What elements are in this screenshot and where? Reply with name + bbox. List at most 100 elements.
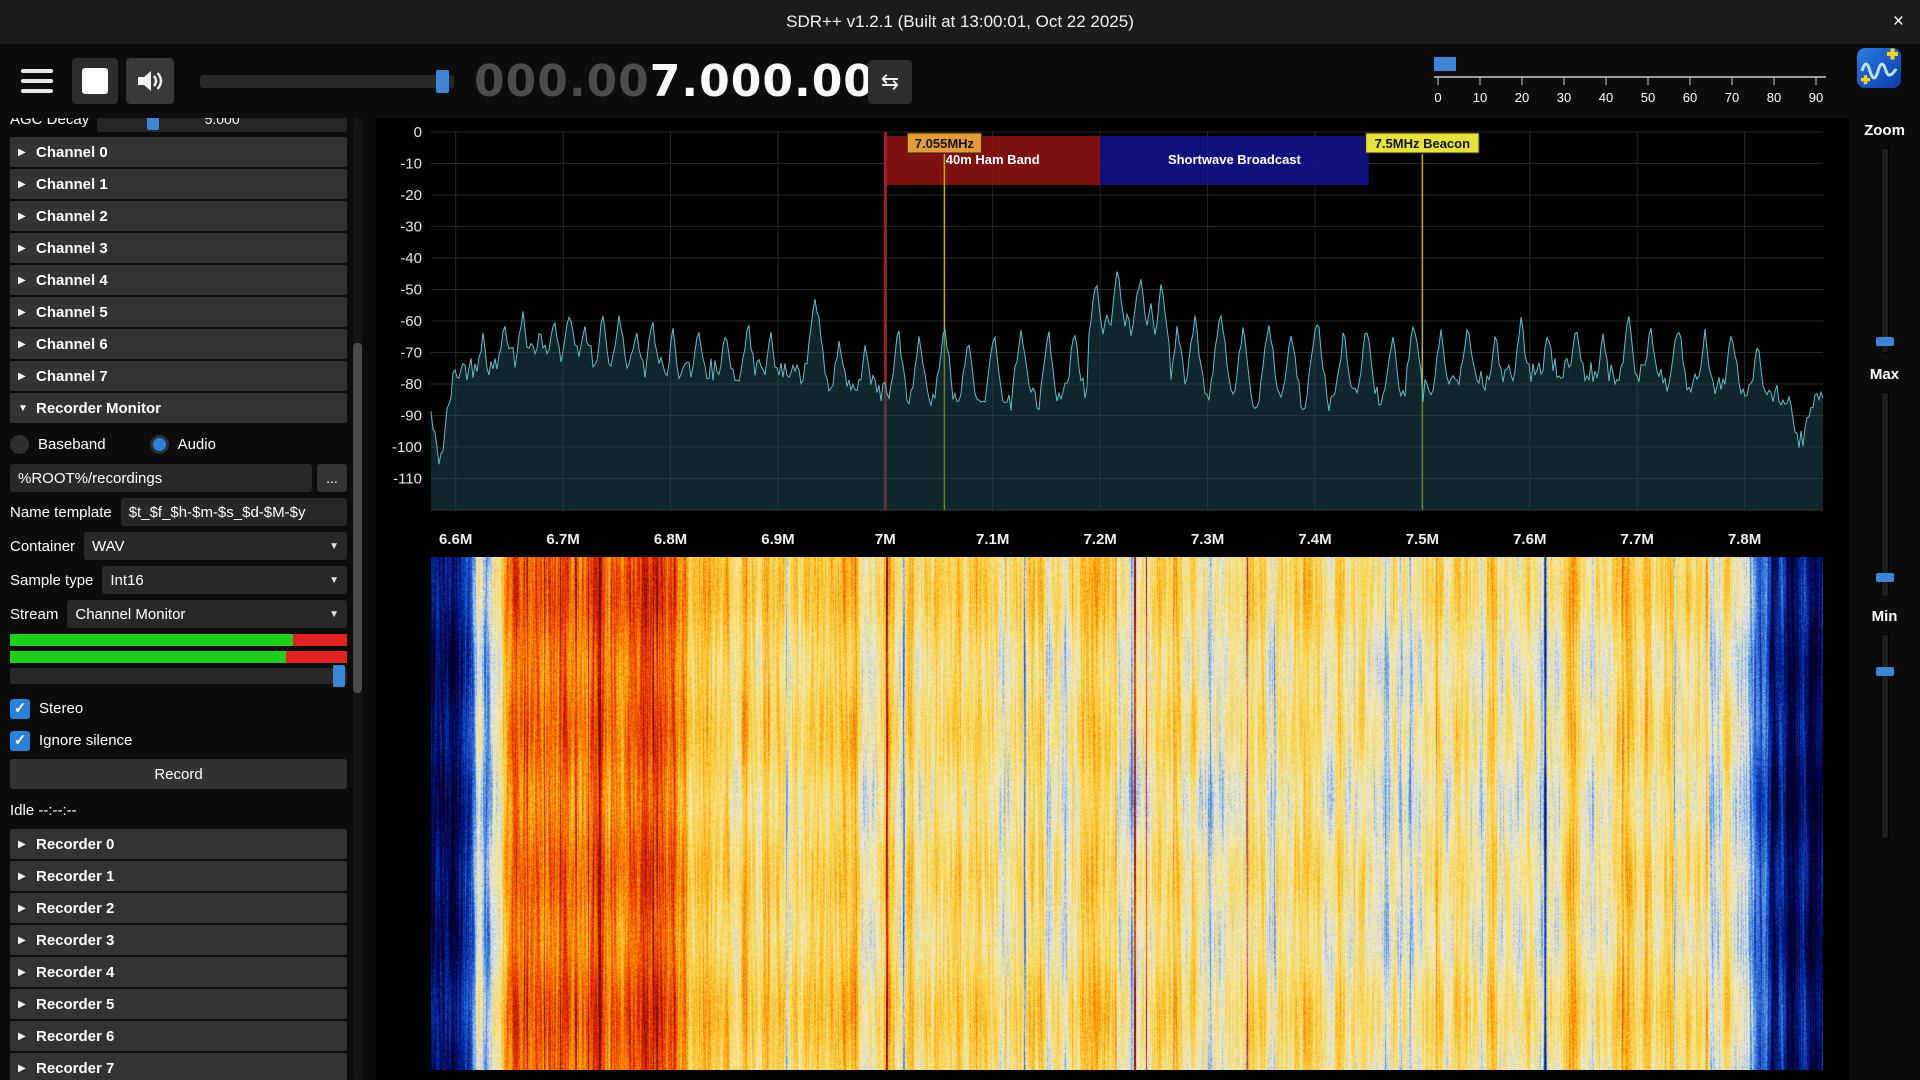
recording-path-row: %ROOT%/recordings ...: [10, 464, 347, 492]
recorder-list: ▶Recorder 0▶Recorder 1▶Recorder 2▶Record…: [10, 829, 347, 1080]
channel-row[interactable]: ▶Channel 0: [10, 137, 347, 167]
svg-text:7.5MHz Beacon: 7.5MHz Beacon: [1375, 136, 1470, 151]
recorder-row[interactable]: ▶Recorder 1: [10, 861, 347, 891]
agc-decay-slider-handle[interactable]: [147, 118, 159, 130]
expand-arrow-icon: ▶: [18, 179, 36, 190]
expand-arrow-icon: ▶: [18, 211, 36, 222]
channel-row[interactable]: ▶Channel 3: [10, 233, 347, 263]
sidebar-scrollbar[interactable]: [353, 118, 362, 1080]
volume-slider-handle[interactable]: [436, 70, 449, 93]
max-slider-handle[interactable]: [1876, 573, 1894, 582]
spectrum-area: 0-10-20-30-40-50-60-70-80-90-100-1106.6M…: [376, 118, 1849, 1080]
agc-decay-slider[interactable]: 5.000: [97, 118, 347, 132]
svg-text:-80: -80: [400, 376, 422, 393]
svg-text:-90: -90: [400, 408, 422, 425]
svg-text:7.8M: 7.8M: [1728, 531, 1761, 548]
svg-text:-110: -110: [393, 471, 422, 488]
module-label: Recorder 7: [36, 1060, 114, 1077]
min-slider[interactable]: [1881, 634, 1889, 839]
ignore-silence-checkbox[interactable]: [10, 731, 30, 751]
svg-text:-100: -100: [392, 439, 422, 456]
recorder-monitor-header[interactable]: ▼ Recorder Monitor: [10, 393, 347, 423]
sample-type-select[interactable]: Int16: [102, 566, 347, 594]
max-slider[interactable]: [1881, 392, 1889, 597]
recorder-row[interactable]: ▶Recorder 5: [10, 989, 347, 1019]
svg-text:-20: -20: [400, 187, 422, 204]
recorder-row[interactable]: ▶Recorder 6: [10, 1021, 347, 1051]
channel-row[interactable]: ▶Channel 4: [10, 265, 347, 295]
sdrpp-logo: [1856, 45, 1902, 91]
recorder-row[interactable]: ▶Recorder 0: [10, 829, 347, 859]
container-select[interactable]: WAV: [84, 532, 347, 560]
svg-text:20: 20: [1515, 90, 1529, 105]
audio-radio[interactable]: [150, 435, 169, 454]
baseband-radio[interactable]: [10, 435, 29, 454]
name-template-input[interactable]: $t_$f_$h-$m-$s_$d-$M-$y: [121, 498, 347, 526]
audio-radio-group[interactable]: Audio: [150, 435, 216, 454]
stereo-checkbox-row[interactable]: Stereo: [10, 695, 347, 722]
menu-button[interactable]: [14, 58, 60, 104]
container-label: Container: [10, 538, 75, 555]
svg-text:7.7M: 7.7M: [1621, 531, 1654, 548]
stereo-checkbox[interactable]: [10, 699, 30, 719]
chevron-down-icon: [329, 575, 339, 586]
window-title: SDR++ v1.2.1 (Built at 13:00:01, Oct 22 …: [786, 12, 1134, 32]
svg-text:-10: -10: [400, 156, 422, 173]
channel-row[interactable]: ▶Channel 5: [10, 297, 347, 327]
ignore-silence-checkbox-row[interactable]: Ignore silence: [10, 727, 347, 754]
fft-plot[interactable]: 0-10-20-30-40-50-60-70-80-90-100-1106.6M…: [376, 118, 1849, 557]
svg-text:-50: -50: [400, 282, 422, 299]
svg-text:7M: 7M: [875, 531, 896, 548]
collapse-arrow-icon: ▼: [18, 403, 36, 414]
module-label: Recorder 6: [36, 1028, 114, 1045]
channel-row[interactable]: ▶Channel 6: [10, 329, 347, 359]
recorder-row[interactable]: ▶Recorder 7: [10, 1053, 347, 1080]
stop-button[interactable]: [72, 58, 118, 104]
display-controls: Zoom Max Min: [1849, 118, 1920, 1080]
swap-arrows-icon: ⇆: [881, 69, 899, 95]
svg-text:6.6M: 6.6M: [439, 531, 472, 548]
frequency-leading-zeros: 000.00: [474, 56, 650, 107]
svg-text:6.9M: 6.9M: [761, 531, 794, 548]
min-slider-handle[interactable]: [1876, 667, 1894, 676]
svg-text:50: 50: [1641, 90, 1655, 105]
sidebar-scrollbar-thumb[interactable]: [353, 343, 362, 693]
recorder-row[interactable]: ▶Recorder 3: [10, 925, 347, 955]
channel-row[interactable]: ▶Channel 1: [10, 169, 347, 199]
zoom-slider[interactable]: [1881, 148, 1889, 353]
mute-button[interactable]: [126, 58, 174, 104]
module-label: Channel 7: [36, 368, 108, 385]
module-sidebar: AGC Decay 5.000 ▶Channel 0▶Channel 1▶Cha…: [0, 118, 376, 1080]
browse-button[interactable]: ...: [317, 464, 347, 492]
agc-decay-row: AGC Decay 5.000: [10, 118, 347, 134]
record-button[interactable]: Record: [10, 759, 347, 789]
svg-text:-70: -70: [400, 345, 422, 362]
volume-slider[interactable]: [200, 75, 454, 88]
recording-path-input[interactable]: %ROOT%/recordings: [10, 464, 312, 492]
expand-arrow-icon: ▶: [18, 339, 36, 350]
channel-row[interactable]: ▶Channel 7: [10, 361, 347, 391]
source-swap-button[interactable]: ⇆: [868, 60, 912, 104]
svg-text:7.3M: 7.3M: [1191, 531, 1224, 548]
module-label: Recorder 3: [36, 932, 114, 949]
module-label: Channel 0: [36, 144, 108, 161]
monitor-volume-slider[interactable]: [10, 668, 347, 684]
stream-select[interactable]: Channel Monitor: [67, 600, 347, 628]
svg-text:60: 60: [1683, 90, 1697, 105]
recorder-row[interactable]: ▶Recorder 2: [10, 893, 347, 923]
module-label: Channel 6: [36, 336, 108, 353]
sdrpp-window: SDR++ v1.2.1 (Built at 13:00:01, Oct 22 …: [0, 0, 1920, 1080]
svg-text:7.5M: 7.5M: [1406, 531, 1439, 548]
zoom-slider-handle[interactable]: [1876, 337, 1894, 346]
module-label: Channel 3: [36, 240, 108, 257]
monitor-volume-handle[interactable]: [333, 665, 345, 687]
channel-row[interactable]: ▶Channel 2: [10, 201, 347, 231]
recorder-row[interactable]: ▶Recorder 4: [10, 957, 347, 987]
frequency-display[interactable]: 000.007.000.000: [474, 44, 907, 118]
waterfall[interactable]: [431, 557, 1823, 1070]
close-icon[interactable]: ×: [1893, 11, 1904, 33]
svg-text:7.4M: 7.4M: [1298, 531, 1331, 548]
zoom-label: Zoom: [1849, 122, 1920, 139]
baseband-radio-group[interactable]: Baseband: [10, 435, 106, 454]
expand-arrow-icon: ▶: [18, 371, 36, 382]
